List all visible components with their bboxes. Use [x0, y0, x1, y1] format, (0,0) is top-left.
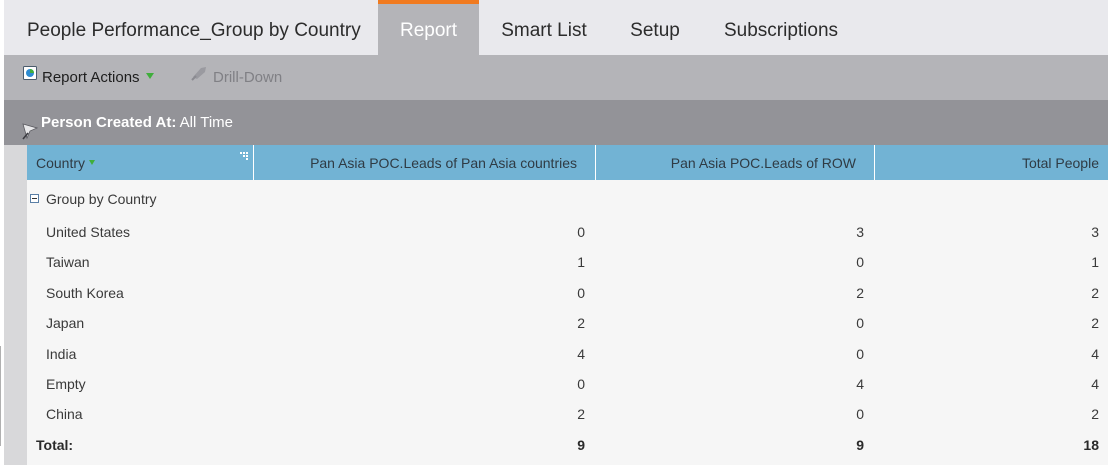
column-header-row[interactable]: Pan Asia POC.Leads of ROW	[596, 145, 874, 180]
value-cell: 2	[1091, 285, 1099, 301]
sort-arrow-icon	[89, 159, 96, 165]
report-actions-icon	[22, 54, 38, 99]
country-cell: Japan	[46, 315, 85, 331]
report-actions-label: Report Actions	[42, 69, 140, 86]
column-header-pan-asia-countries[interactable]: Pan Asia POC.Leads of Pan Asia countries	[254, 145, 595, 180]
value-cell: 3	[1091, 224, 1099, 240]
column-header-country[interactable]: Country	[27, 145, 253, 180]
filter-value: All Time	[179, 114, 233, 131]
total-value: 9	[856, 437, 864, 453]
report-title: People Performance_Group by Country	[27, 20, 361, 41]
value-cell: 2	[1091, 315, 1099, 331]
country-cell: Taiwan	[46, 254, 90, 270]
drill-down-label: Drill-Down	[213, 69, 283, 86]
column-resize-handle[interactable]	[240, 147, 250, 160]
drill-down-icon	[191, 54, 209, 99]
value-cell: 0	[577, 224, 585, 240]
value-cell: 0	[856, 346, 864, 362]
value-cell: 3	[856, 224, 864, 240]
country-cell: Empty	[46, 376, 86, 392]
drill-down-button[interactable]: Drill-Down	[191, 55, 282, 100]
report-actions-button[interactable]: Report Actions	[22, 55, 154, 100]
table-row[interactable]: Japan 2 0 2	[27, 308, 1108, 338]
value-cell: 1	[1091, 254, 1099, 270]
tab-smart-list[interactable]: Smart List	[479, 0, 609, 55]
column-header-total-people[interactable]: Total People	[875, 145, 1108, 180]
group-label: Group by Country	[46, 191, 157, 207]
value-cell: 4	[1091, 376, 1099, 392]
filter-label: Person Created At:	[41, 114, 177, 131]
filter-bar[interactable]: Person Created At: All Time	[4, 100, 1108, 145]
value-cell: 2	[577, 315, 585, 331]
value-cell: 4	[1091, 346, 1099, 362]
collapse-group-icon[interactable]	[30, 194, 39, 203]
table-row[interactable]: South Korea 0 2 2	[27, 278, 1108, 308]
country-cell: United States	[46, 224, 131, 240]
value-cell: 4	[577, 346, 585, 362]
value-cell: 0	[577, 285, 585, 301]
table-row[interactable]: China 2 0 2	[27, 399, 1108, 429]
total-value: 18	[1083, 437, 1099, 453]
table-row[interactable]: Empty 0 4 4	[27, 369, 1108, 399]
total-row: Total: 9 9 18	[27, 430, 1108, 460]
report-table: Country Pan Asia POC.Leads of Pan Asia c…	[27, 145, 1108, 465]
value-cell: 0	[856, 406, 864, 422]
edge-mark	[0, 346, 1, 446]
value-cell: 4	[856, 376, 864, 392]
country-cell: South Korea	[46, 285, 124, 301]
value-cell: 2	[856, 285, 864, 301]
value-cell: 0	[577, 376, 585, 392]
filter-text: Person Created At: All Time	[41, 100, 233, 145]
value-cell: 2	[577, 406, 585, 422]
tab-bar: People Performance_Group by Country Repo…	[4, 0, 1108, 55]
group-row: Group by Country	[27, 180, 1108, 216]
table-row[interactable]: Taiwan 1 0 1	[27, 247, 1108, 277]
country-cell: India	[46, 346, 77, 362]
value-cell: 1	[577, 254, 585, 270]
total-value: 9	[577, 437, 585, 453]
tab-subscriptions[interactable]: Subscriptions	[701, 0, 861, 55]
country-cell: China	[46, 406, 83, 422]
table-row[interactable]: India 4 0 4	[27, 339, 1108, 369]
total-label: Total:	[36, 437, 74, 453]
value-cell: 0	[856, 254, 864, 270]
row-gutter	[4, 145, 27, 465]
table-header: Country Pan Asia POC.Leads of Pan Asia c…	[27, 145, 1108, 180]
toolbar: Report Actions Drill-Down	[4, 55, 1108, 100]
dropdown-arrow-icon	[145, 73, 154, 80]
tab-setup[interactable]: Setup	[609, 0, 701, 55]
tab-report[interactable]: Report	[378, 0, 479, 55]
value-cell: 0	[856, 315, 864, 331]
value-cell: 2	[1091, 406, 1099, 422]
column-header-label: Country	[36, 155, 86, 171]
table-row[interactable]: United States 0 3 3	[27, 217, 1108, 247]
